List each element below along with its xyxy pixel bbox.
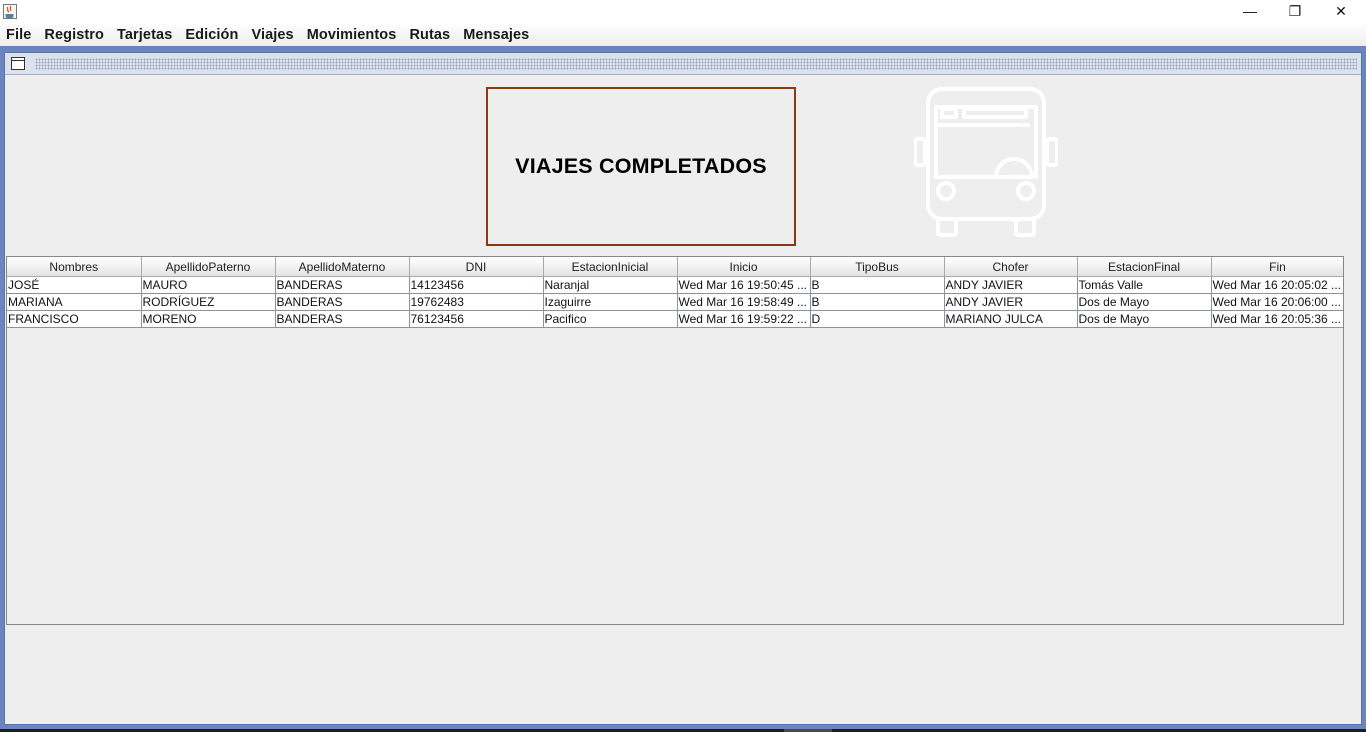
- cell-tipo-bus[interactable]: B: [810, 293, 945, 311]
- bus-icon: [914, 87, 1058, 237]
- close-button[interactable]: ✕: [1318, 0, 1364, 22]
- table-header-row: Nombres ApellidoPaterno ApellidoMaterno …: [7, 257, 1343, 277]
- col-header-estacion-inicial[interactable]: EstacionInicial: [543, 257, 678, 277]
- menu-mensajes[interactable]: Mensajes: [457, 24, 535, 46]
- internal-frame: VIAJES COMPLETADOS Nombres ApellidoPater…: [4, 52, 1362, 725]
- cell-inicio[interactable]: Wed Mar 16 19:58:49 ...: [677, 293, 811, 311]
- cell-estacion-inicial[interactable]: Izaguirre: [543, 293, 678, 311]
- cell-tipo-bus[interactable]: B: [810, 276, 945, 294]
- menu-edicion[interactable]: Edición: [179, 24, 244, 46]
- cell-estacion-final[interactable]: Tomás Valle: [1077, 276, 1212, 294]
- menu-registro[interactable]: Registro: [38, 24, 110, 46]
- table-row[interactable]: JOSÉ MAURO BANDERAS 14123456 Naranjal We…: [7, 276, 1343, 294]
- cell-apellido-materno[interactable]: BANDERAS: [275, 276, 410, 294]
- cell-apellido-paterno[interactable]: MAURO: [141, 276, 276, 294]
- col-header-apellido-paterno[interactable]: ApellidoPaterno: [141, 257, 276, 277]
- frame-window-icon[interactable]: [11, 57, 25, 70]
- maximize-button[interactable]: ❐: [1272, 0, 1318, 22]
- title-bar-texture: [35, 58, 1357, 70]
- minimize-icon: —: [1243, 3, 1257, 19]
- cell-estacion-inicial[interactable]: Pacifico: [543, 310, 678, 328]
- internal-frame-title-bar[interactable]: [5, 53, 1361, 75]
- cell-apellido-paterno[interactable]: MORENO: [141, 310, 276, 328]
- cell-dni[interactable]: 76123456: [409, 310, 544, 328]
- col-header-fin[interactable]: Fin: [1211, 257, 1343, 277]
- table-row[interactable]: MARIANA RODRÍGUEZ BANDERAS 19762483 Izag…: [7, 293, 1343, 311]
- menu-file[interactable]: File: [0, 24, 37, 46]
- cell-estacion-final[interactable]: Dos de Mayo: [1077, 293, 1212, 311]
- menu-movimientos[interactable]: Movimientos: [301, 24, 403, 46]
- desktop-pane: VIAJES COMPLETADOS Nombres ApellidoPater…: [0, 46, 1366, 729]
- cell-inicio[interactable]: Wed Mar 16 19:50:45 ...: [677, 276, 811, 294]
- cell-nombres[interactable]: FRANCISCO: [7, 310, 142, 328]
- menu-tarjetas[interactable]: Tarjetas: [111, 24, 178, 46]
- cell-estacion-inicial[interactable]: Naranjal: [543, 276, 678, 294]
- heading-panel: VIAJES COMPLETADOS: [486, 87, 796, 246]
- menu-bar: File Registro Tarjetas Edición Viajes Mo…: [0, 24, 1366, 46]
- cell-apellido-materno[interactable]: BANDERAS: [275, 293, 410, 311]
- restore-icon: ❐: [1288, 2, 1302, 19]
- menu-viajes[interactable]: Viajes: [245, 24, 299, 46]
- col-header-nombres[interactable]: Nombres: [7, 257, 142, 277]
- cell-nombres[interactable]: JOSÉ: [7, 276, 142, 294]
- cell-tipo-bus[interactable]: D: [810, 310, 945, 328]
- col-header-estacion-final[interactable]: EstacionFinal: [1077, 257, 1212, 277]
- cell-dni[interactable]: 14123456: [409, 276, 544, 294]
- cell-fin[interactable]: Wed Mar 16 20:06:00 ...: [1211, 293, 1343, 311]
- col-header-tipo-bus[interactable]: TipoBus: [810, 257, 945, 277]
- java-app-icon[interactable]: [3, 4, 17, 19]
- cell-estacion-final[interactable]: Dos de Mayo: [1077, 310, 1212, 328]
- window-title-bar: — ❐ ✕: [0, 0, 1366, 24]
- col-header-chofer[interactable]: Chofer: [944, 257, 1078, 277]
- cell-dni[interactable]: 19762483: [409, 293, 544, 311]
- table-row[interactable]: FRANCISCO MORENO BANDERAS 76123456 Pacif…: [7, 310, 1343, 328]
- minimize-button[interactable]: —: [1227, 0, 1273, 22]
- cell-fin[interactable]: Wed Mar 16 20:05:02 ...: [1211, 276, 1343, 294]
- cell-inicio[interactable]: Wed Mar 16 19:59:22 ...: [677, 310, 811, 328]
- page-title: VIAJES COMPLETADOS: [515, 154, 767, 178]
- cell-nombres[interactable]: MARIANA: [7, 293, 142, 311]
- cell-apellido-materno[interactable]: BANDERAS: [275, 310, 410, 328]
- cell-fin[interactable]: Wed Mar 16 20:05:36 ...: [1211, 310, 1343, 328]
- cell-chofer[interactable]: ANDY JAVIER: [944, 276, 1078, 294]
- cell-apellido-paterno[interactable]: RODRÍGUEZ: [141, 293, 276, 311]
- cell-chofer[interactable]: ANDY JAVIER: [944, 293, 1078, 311]
- cell-chofer[interactable]: MARIANO JULCA: [944, 310, 1078, 328]
- col-header-apellido-materno[interactable]: ApellidoMaterno: [275, 257, 410, 277]
- close-icon: ✕: [1335, 2, 1347, 19]
- trips-table[interactable]: Nombres ApellidoPaterno ApellidoMaterno …: [6, 256, 1344, 625]
- col-header-inicio[interactable]: Inicio: [677, 257, 811, 277]
- col-header-dni[interactable]: DNI: [409, 257, 544, 277]
- menu-rutas[interactable]: Rutas: [403, 24, 456, 46]
